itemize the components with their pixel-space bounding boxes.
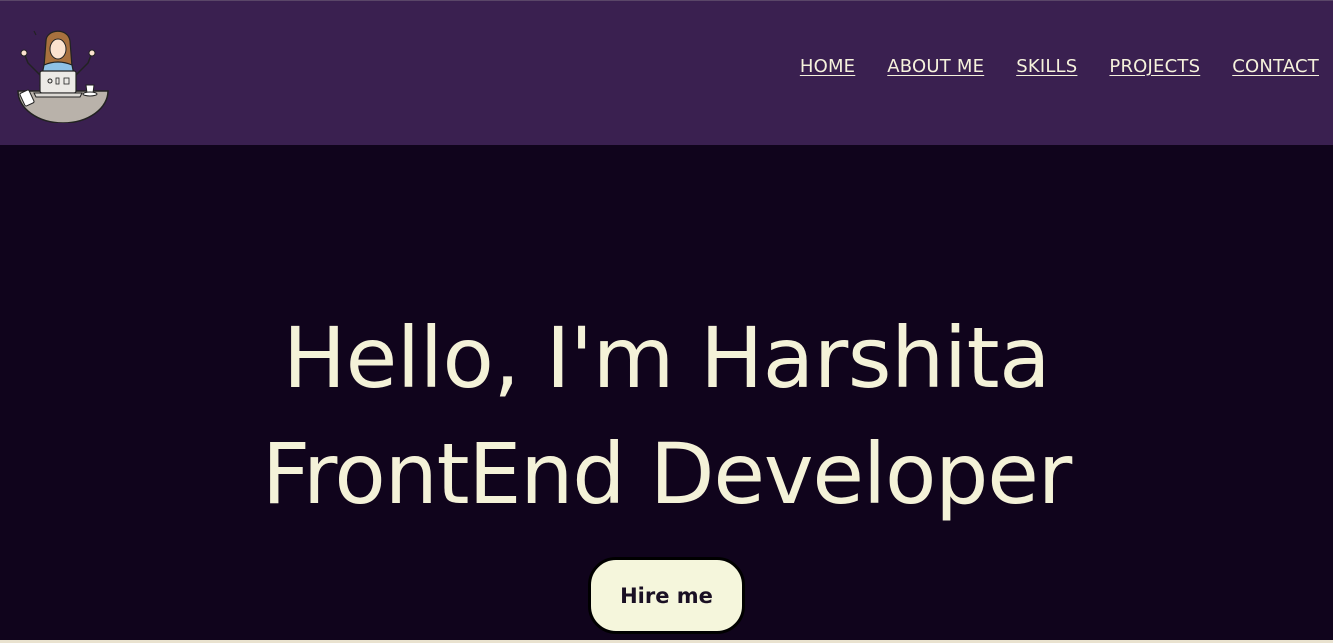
nav-link-skills[interactable]: SKILLS: [1016, 55, 1077, 79]
hire-me-button[interactable]: Hire me: [588, 557, 745, 634]
nav-link-contact[interactable]: CONTACT: [1232, 55, 1319, 79]
hero-role: FrontEnd Developer: [261, 425, 1072, 523]
hero-greeting: Hello, I'm Harshita: [282, 309, 1051, 407]
main-nav: HOME ABOUT ME SKILLS PROJECTS CONTACT: [800, 55, 1319, 79]
nav-link-home[interactable]: HOME: [800, 55, 855, 79]
developer-avatar-logo-icon[interactable]: [14, 23, 112, 124]
nav-link-projects[interactable]: PROJECTS: [1109, 55, 1200, 79]
site-header: HOME ABOUT ME SKILLS PROJECTS CONTACT: [0, 0, 1333, 145]
hero-section: Hello, I'm Harshita FrontEnd Developer H…: [0, 145, 1333, 643]
nav-link-about-me[interactable]: ABOUT ME: [887, 55, 984, 79]
